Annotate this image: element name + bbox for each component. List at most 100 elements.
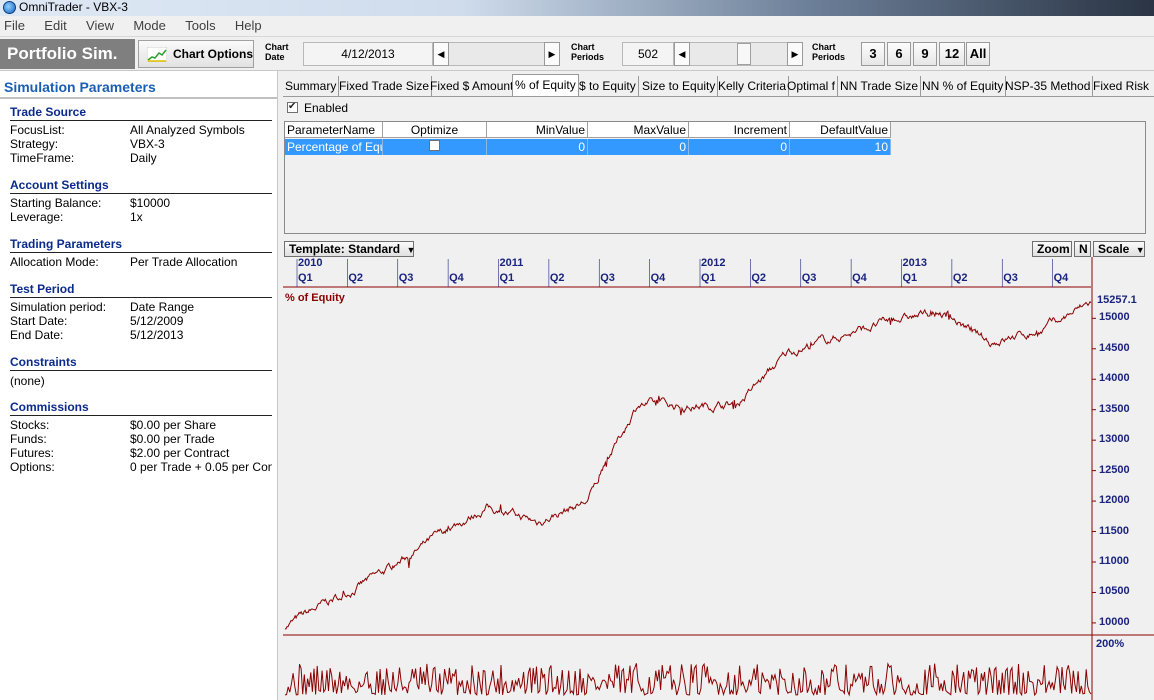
window-title: OmniTrader - VBX-3 xyxy=(19,0,128,14)
tab-nn-trade-size[interactable]: NN Trade Size xyxy=(838,76,922,97)
column-header-maxvalue[interactable]: MaxValue xyxy=(588,122,689,138)
last-value-label: 15257.1 xyxy=(1097,294,1137,306)
chart-date-scroll-track[interactable] xyxy=(449,42,544,66)
param-row: (none) xyxy=(10,374,272,388)
menu-mode[interactable]: Mode xyxy=(133,16,166,36)
section-trade-source: Trade Source FocusList: All Analyzed Symb… xyxy=(10,105,272,165)
quarter-label: Q2 xyxy=(751,272,767,284)
tab-fixed-trade-size[interactable]: Fixed Trade Size xyxy=(337,76,433,97)
param-row: End Date: 5/12/2013 xyxy=(10,328,272,342)
optimize-checkbox[interactable] xyxy=(429,140,440,151)
param-value: 0 per Trade + 0.05 per Contr xyxy=(130,460,272,474)
chart-periods-prev-arrow[interactable]: ◀ xyxy=(674,42,690,66)
cell-parameter-name[interactable]: Percentage of Equi xyxy=(285,139,383,155)
quarter-label: Q4 xyxy=(650,272,666,284)
quarter-label: Q1 xyxy=(298,272,313,284)
param-value: 5/12/2013 xyxy=(130,328,184,342)
param-key: Start Date: xyxy=(10,314,68,328)
param-value: $10000 xyxy=(130,196,171,210)
param-row: TimeFrame: Daily xyxy=(10,151,272,165)
period-9-button[interactable]: 9 xyxy=(913,42,937,66)
param-value: Date Range xyxy=(130,300,195,314)
column-header-defaultvalue[interactable]: DefaultValue xyxy=(790,122,891,138)
menu-view[interactable]: View xyxy=(86,16,114,36)
tab-fixed-risk[interactable]: Fixed Risk xyxy=(1091,76,1151,97)
cell-optimize[interactable] xyxy=(383,139,487,155)
chart-periods-label-line2: Periods xyxy=(571,52,605,62)
param-value: Per Trade Allocation xyxy=(130,255,238,269)
cell-default-value[interactable]: 10 xyxy=(790,139,891,155)
quarter-label: Q3 xyxy=(801,272,817,284)
section-trading-parameters: Trading Parameters Allocation Mode: Per T… xyxy=(10,237,272,269)
param-row: Options: 0 per Trade + 0.05 per Contr xyxy=(10,460,272,474)
param-value: $0.00 per Trade xyxy=(130,432,215,446)
enabled-checkbox[interactable] xyxy=(287,100,298,114)
parameter-grid: ParameterName Optimize MinValue MaxValue… xyxy=(284,121,1146,234)
cell-min-value[interactable]: 0 xyxy=(487,139,588,155)
series-title: % of Equity xyxy=(285,292,345,304)
tab-optimal-f[interactable]: Optimal f xyxy=(785,76,839,97)
cell-increment[interactable]: 0 xyxy=(689,139,790,155)
year-label: 2010 xyxy=(298,257,323,269)
tab-kelly-criteria[interactable]: Kelly Criteria xyxy=(716,76,790,97)
param-key: Simulation period: xyxy=(10,300,107,314)
chart-periods-scroll-thumb[interactable] xyxy=(737,43,751,65)
param-row: FocusList: All Analyzed Symbols xyxy=(10,123,272,137)
param-row: Simulation period: Date Range xyxy=(10,300,272,314)
chart-date-label-line2: Date xyxy=(265,52,285,62)
period-3-button[interactable]: 3 xyxy=(861,42,885,66)
chevron-down-icon: ▼ xyxy=(1135,245,1145,255)
quarter-label: Q2 xyxy=(348,272,364,284)
period-all-button[interactable]: All xyxy=(966,42,990,66)
tab-summary[interactable]: Summary xyxy=(283,76,340,97)
param-value: $0.00 per Share xyxy=(130,418,217,432)
tab-percent-of-equity[interactable]: % of Equity xyxy=(512,74,579,97)
title-bar: OmniTrader - VBX-3 xyxy=(0,0,1154,16)
template-dropdown[interactable]: Template: Standard ▼ xyxy=(284,241,415,257)
tab-nn-percent-of-equity[interactable]: NN % of Equity xyxy=(920,76,1007,97)
enabled-row: Enabled xyxy=(287,100,348,115)
period-6-button[interactable]: 6 xyxy=(887,42,911,66)
chart-date-field[interactable]: 4/12/2013 xyxy=(303,42,433,66)
column-header-parametername[interactable]: ParameterName xyxy=(285,122,383,138)
column-header-optimize[interactable]: Optimize xyxy=(383,122,487,138)
tab-fixed-dollar-amount[interactable]: Fixed $ Amount xyxy=(428,76,517,97)
quarter-label: Q1 xyxy=(902,272,918,284)
n-button[interactable]: N xyxy=(1074,241,1091,257)
menu-tools[interactable]: Tools xyxy=(185,16,215,36)
chart-periods-next-arrow[interactable]: ▶ xyxy=(787,42,803,66)
chart-date-next-arrow[interactable]: ▶ xyxy=(544,42,560,66)
column-header-increment[interactable]: Increment xyxy=(689,122,790,138)
chart-options-label: Chart Options xyxy=(173,47,253,61)
scale-dropdown[interactable]: Scale ▼ xyxy=(1093,241,1145,257)
equity-chart[interactable]: % of Equity Q1 Q2 Q3 Q4 Q1 Q2 Q3 Q4 Q1 Q2 Q3 Q4 Q1 Q2… xyxy=(283,257,1154,700)
sizing-method-tabs: Summary Fixed Trade Size Fixed $ Amount … xyxy=(283,74,1154,97)
y-tick-label: 10500 xyxy=(1099,585,1130,598)
chart-periods-field[interactable]: 502 xyxy=(622,42,674,66)
tab-nsp-35-method[interactable]: NSP-35 Method xyxy=(1003,76,1094,97)
tab-dollar-to-equity[interactable]: $ to Equity xyxy=(577,76,639,97)
tab-size-to-equity[interactable]: Size to Equity xyxy=(640,76,719,97)
menu-help[interactable]: Help xyxy=(235,16,262,36)
param-value: 1x xyxy=(130,210,143,224)
chart-date-prev-arrow[interactable]: ◀ xyxy=(433,42,449,66)
quarter-label: Q3 xyxy=(600,272,615,284)
param-key: Futures: xyxy=(10,446,55,460)
y-tick-label: 10000 xyxy=(1099,615,1130,628)
param-key: FocusList: xyxy=(10,123,65,137)
param-row: Futures: $2.00 per Contract xyxy=(10,446,272,460)
cell-max-value[interactable]: 0 xyxy=(588,139,689,155)
quarter-label: Q4 xyxy=(449,272,464,284)
zoom-button[interactable]: Zoom xyxy=(1032,241,1072,257)
menu-edit[interactable]: Edit xyxy=(44,16,66,36)
menu-file[interactable]: File xyxy=(4,16,25,36)
param-key: Stocks: xyxy=(10,418,50,432)
y-tick-label: 13000 xyxy=(1099,433,1130,446)
period-12-button[interactable]: 12 xyxy=(939,42,965,66)
param-row: Funds: $0.00 per Trade xyxy=(10,432,272,446)
section-title: Constraints xyxy=(10,355,272,371)
chart-options-button[interactable]: Chart Options xyxy=(138,40,254,68)
quarter-label: Q4 xyxy=(1053,272,1069,284)
column-header-minvalue[interactable]: MinValue xyxy=(487,122,588,138)
quarter-label: Q1 xyxy=(701,272,716,284)
